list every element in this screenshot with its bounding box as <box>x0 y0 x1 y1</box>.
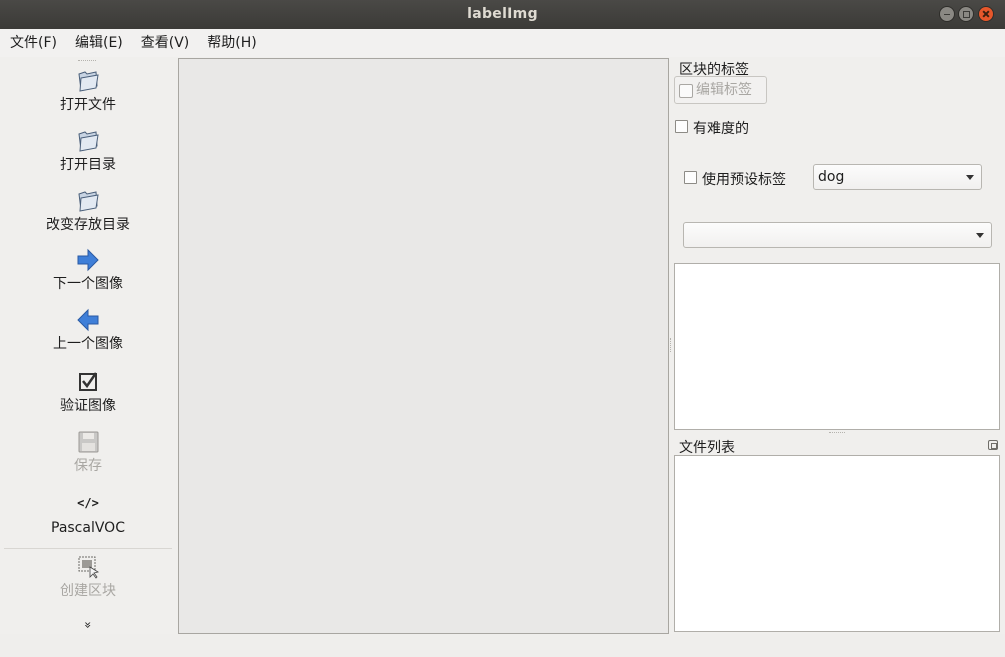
menu-file[interactable]: 文件(F) <box>0 29 65 57</box>
dock-float-icon[interactable] <box>988 440 998 450</box>
create-box-button[interactable]: 创建区块 <box>4 554 172 600</box>
open-file-button[interactable]: 打开文件 <box>4 68 172 114</box>
open-dir-label: 打开目录 <box>60 157 116 173</box>
menu-help[interactable]: 帮助(H) <box>197 29 264 57</box>
code-icon: </> <box>77 496 99 510</box>
file-list[interactable] <box>674 455 1000 632</box>
use-default-label-checkbox[interactable] <box>684 171 697 184</box>
change-save-dir-button[interactable]: 改变存放目录 <box>4 188 172 234</box>
default-label-value: dog <box>818 169 845 185</box>
format-button[interactable]: </> PascalVOC <box>4 492 172 536</box>
floppy-disk-icon <box>78 431 99 453</box>
save-label: 保存 <box>74 458 102 474</box>
folder-open-icon <box>78 131 99 152</box>
edit-label-button[interactable]: 编辑标签 <box>674 76 767 104</box>
verify-image-label: 验证图像 <box>60 398 116 414</box>
more-tools-chevron-icon[interactable]: » <box>81 618 95 632</box>
default-label-dropdown[interactable]: dog <box>813 164 982 190</box>
maximize-button[interactable] <box>958 6 974 22</box>
difficult-checkbox[interactable] <box>675 120 688 133</box>
edit-icon <box>679 84 693 98</box>
title-bar: labelImg <box>0 0 1005 29</box>
change-save-dir-label: 改变存放目录 <box>46 217 130 233</box>
label-list[interactable] <box>674 263 1000 430</box>
window-title: labelImg <box>467 6 538 22</box>
menu-view[interactable]: 查看(V) <box>131 29 198 57</box>
left-toolbar: 打开文件 打开目录 改变存放目录 下一个图像 上一个图像 验证图像 保存 </>… <box>0 58 176 634</box>
edit-label-text: 编辑标签 <box>696 82 752 98</box>
menu-edit[interactable]: 编辑(E) <box>65 29 131 57</box>
toolbar-grip[interactable] <box>78 60 96 63</box>
create-box-label: 创建区块 <box>60 583 116 599</box>
status-bar <box>0 634 1005 657</box>
folder-open-icon <box>78 71 99 92</box>
folder-open-icon <box>78 191 99 212</box>
checkbox-checked-icon <box>79 372 98 391</box>
dropdown-arrow-icon <box>976 233 984 238</box>
prev-image-button[interactable]: 上一个图像 <box>4 307 172 353</box>
format-label: PascalVOC <box>51 520 125 536</box>
open-file-label: 打开文件 <box>60 97 116 113</box>
save-button[interactable]: 保存 <box>4 429 172 475</box>
arrow-right-icon <box>77 248 99 272</box>
toolbar-separator <box>4 548 172 549</box>
prev-image-label: 上一个图像 <box>53 336 123 352</box>
image-canvas[interactable] <box>178 58 669 634</box>
next-image-label: 下一个图像 <box>53 276 123 292</box>
file-list-title: 文件列表 <box>679 440 735 456</box>
verify-image-button[interactable]: 验证图像 <box>4 369 172 415</box>
menu-bar: 文件(F) 编辑(E) 查看(V) 帮助(H) <box>0 29 1005 57</box>
label-filter-dropdown[interactable] <box>683 222 992 248</box>
create-box-icon <box>78 556 100 579</box>
dropdown-arrow-icon <box>966 175 974 180</box>
open-dir-button[interactable]: 打开目录 <box>4 128 172 174</box>
close-button[interactable] <box>978 6 994 22</box>
dock-splitter-handle[interactable] <box>829 432 845 434</box>
splitter-handle[interactable] <box>670 338 673 352</box>
arrow-left-icon <box>77 308 99 332</box>
minimize-button[interactable] <box>939 6 955 22</box>
next-image-button[interactable]: 下一个图像 <box>4 247 172 293</box>
use-default-label-text: 使用预设标签 <box>702 172 786 188</box>
difficult-label: 有难度的 <box>693 121 749 137</box>
